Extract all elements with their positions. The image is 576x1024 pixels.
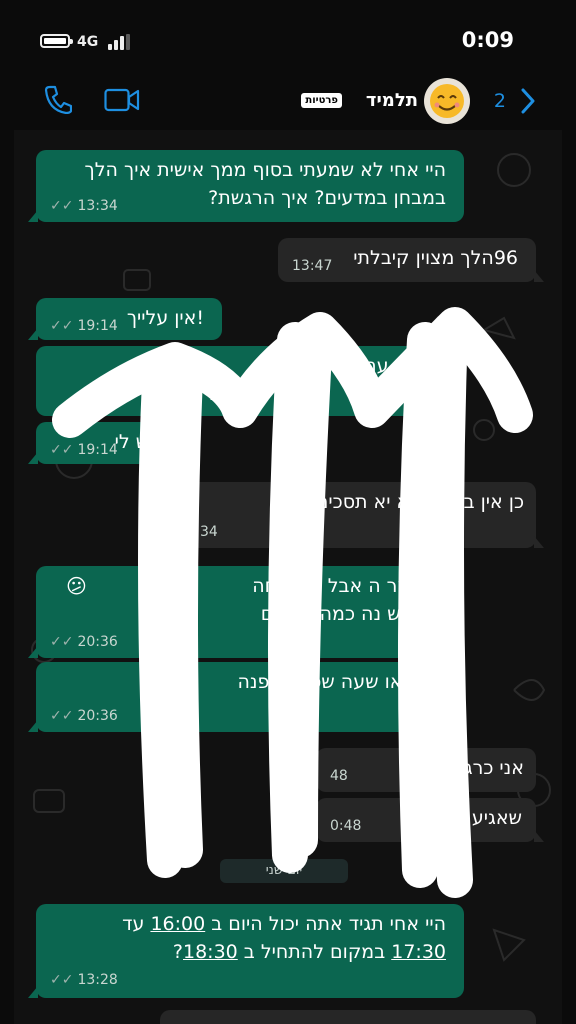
read-ticks-icon: ✓✓ bbox=[50, 198, 74, 214]
chevron-right-icon[interactable] bbox=[520, 88, 536, 114]
message-text: במבחן במדעים? איך הרגשת? bbox=[208, 187, 446, 209]
message-time: ✓✓ 13:34 bbox=[50, 198, 118, 214]
message-text: !אין עלייך bbox=[126, 307, 204, 329]
message-bubble[interactable]: !אין עלייך ✓✓ 19:14 bbox=[28, 298, 222, 340]
read-ticks-icon: ✓✓ bbox=[50, 634, 74, 650]
message-text: 17:30 במקום להתחיל ב 18:30? bbox=[172, 941, 446, 963]
read-ticks-icon: ✓✓ bbox=[50, 318, 74, 334]
contact-name[interactable]: תלמיד bbox=[366, 90, 418, 111]
message-bubble[interactable]: היי אחי תגיד אתה יכול היום ב 16:00 עד 17… bbox=[28, 904, 464, 998]
contact-avatar[interactable] bbox=[424, 78, 470, 124]
smiley-avatar-icon bbox=[430, 84, 464, 118]
status-bar: 4G 0:09 bbox=[0, 0, 576, 78]
message-text: זה ממש לי bbox=[114, 431, 200, 453]
message-time: ✓✓ 19:14 bbox=[50, 442, 118, 458]
message-text: ב היום עם אמא bbox=[319, 355, 446, 377]
message-time: 13:47 bbox=[292, 258, 333, 274]
message-text: היי אחי לא שמעתי בסוף ממך אישית איך הלך bbox=[84, 159, 446, 181]
message-bubble[interactable]: ב היום עם אמא ר bbox=[36, 346, 464, 416]
chat-screen: 4G 0:09 תלמיד פרטיות 2 היי אחי לא שמעתי … bbox=[0, 0, 576, 1024]
message-text: עדכן או שעה שס לי תפנה bbox=[237, 671, 446, 693]
message-time: 0:48 bbox=[330, 818, 362, 834]
message-time: ✓✓ 20:36 bbox=[50, 708, 118, 724]
message-time: ✓✓ 13:28 bbox=[50, 972, 118, 988]
phone-icon[interactable] bbox=[44, 84, 72, 114]
day-separator: יום שני bbox=[220, 859, 348, 883]
status-time: 0:09 bbox=[461, 28, 514, 52]
read-ticks-icon: ✓✓ bbox=[50, 442, 74, 458]
message-text: יא אמר ה אבל לי שכחה bbox=[252, 575, 446, 597]
message-bubble[interactable]: 😕 יא אמר ה אבל לי שכחה ש שתש נה כמה ד וש… bbox=[28, 566, 464, 658]
message-text: היי אחי תגיד אתה יכול היום ב 16:00 עד bbox=[122, 913, 446, 935]
signal-icon bbox=[108, 34, 132, 50]
message-bubble[interactable]: עדכן או שעה שס לי תפנה ✓✓ 20:36 bbox=[28, 662, 464, 732]
message-text: אני כרג בית bbox=[431, 757, 524, 779]
message-text: ש שתש נה כמה ד ושום bbox=[260, 603, 446, 625]
read-ticks-icon: ✓✓ bbox=[50, 708, 74, 724]
message-bubble-partial[interactable] bbox=[160, 1010, 536, 1024]
message-time: ✓✓ 20:36 bbox=[50, 634, 118, 650]
read-ticks-icon: ✓✓ bbox=[50, 972, 74, 988]
network-type: 4G bbox=[77, 34, 99, 50]
message-bubble[interactable]: 96הלך מצוין קיבלתי 13:47 bbox=[278, 238, 544, 282]
message-text: 96הלך מצוין קיבלתי bbox=[353, 247, 518, 269]
message-text: כן אין בע לאמא יא תסכים bbox=[315, 491, 524, 513]
confused-emoji-icon: 😕 bbox=[66, 574, 87, 598]
battery-icon bbox=[40, 34, 73, 48]
message-text: שאגיע זה bbox=[446, 807, 522, 829]
privacy-badge: פרטיות bbox=[301, 93, 342, 108]
unread-count: 2 bbox=[493, 90, 506, 112]
message-time: 34 bbox=[200, 524, 218, 540]
message-bubble[interactable]: היי אחי לא שמעתי בסוף ממך אישית איך הלך … bbox=[28, 150, 464, 222]
message-bubble[interactable]: שאגיע זה 0:48 bbox=[316, 798, 544, 842]
message-bubble[interactable]: אני כרג בית 48 bbox=[316, 748, 536, 792]
message-time: ✓✓ 19:14 bbox=[50, 318, 118, 334]
message-text: ר bbox=[203, 383, 214, 405]
video-camera-icon[interactable] bbox=[104, 88, 140, 112]
chat-header: תלמיד פרטיות 2 bbox=[0, 78, 576, 130]
message-bubble[interactable]: זה ממש לי ✓✓ 19:14 bbox=[28, 422, 200, 464]
message-time: 48 bbox=[330, 768, 348, 784]
message-bubble[interactable]: כן אין בע לאמא יא תסכים 34 bbox=[186, 482, 544, 548]
